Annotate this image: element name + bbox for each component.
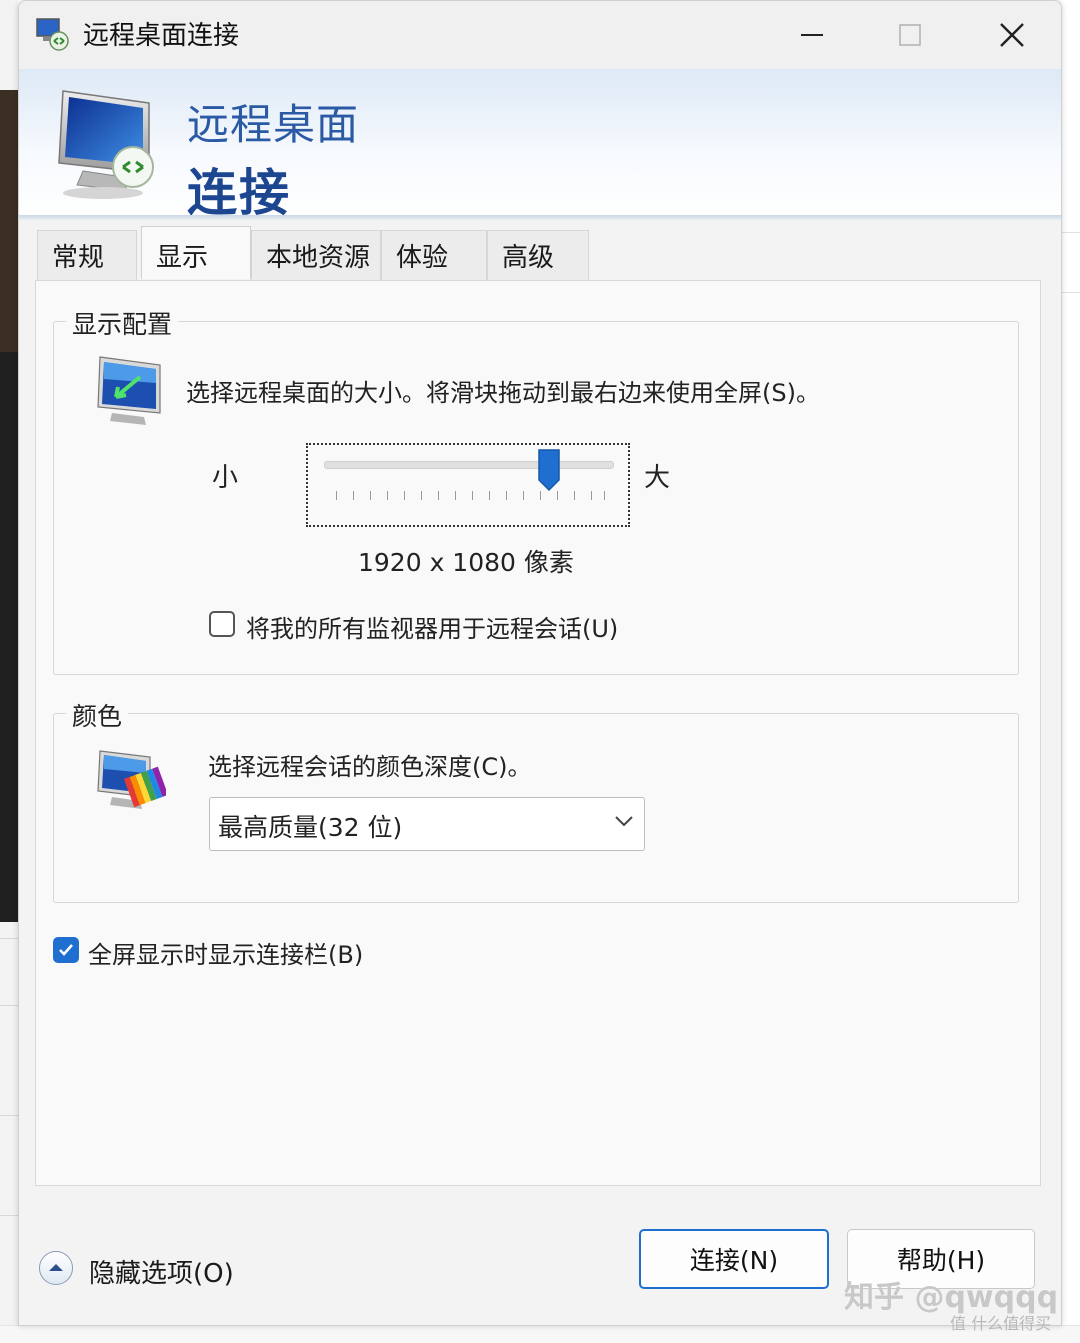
banner-title-line1: 远程桌面 (187, 100, 360, 149)
tab-display[interactable]: 显示 (141, 226, 251, 279)
slider-min-label: 小 (212, 463, 239, 493)
window-title: 远程桌面连接 (83, 21, 240, 51)
display-config-legend: 显示配置 (66, 305, 179, 341)
color-depth-monitor-icon (97, 750, 166, 809)
background-dark-area (0, 90, 18, 352)
tab-local-resources[interactable]: 本地资源 (251, 230, 381, 280)
color-depth-select[interactable]: 最高质量(32 位) (209, 797, 645, 851)
background-left-strip (0, 0, 18, 1343)
background-cell (0, 938, 18, 939)
resolution-readout: 1920 x 1080 像素 (358, 548, 574, 577)
tab-advanced[interactable]: 高级 (487, 230, 589, 280)
connection-bar-checkbox[interactable] (53, 937, 79, 963)
connect-button[interactable]: 连接(N) (639, 1229, 829, 1289)
background-line (1062, 232, 1080, 233)
slider-thumb[interactable] (537, 448, 561, 492)
background-cell (0, 1215, 18, 1216)
minimize-icon (801, 34, 823, 36)
background-line (1062, 292, 1080, 293)
slider-max-label: 大 (644, 463, 671, 493)
chevron-up-icon (49, 1264, 63, 1271)
hide-options-chevron-button[interactable] (39, 1251, 73, 1285)
maximize-icon (899, 24, 921, 46)
watermark-sub: 值 什么值得买 (950, 1314, 1052, 1333)
title-bar[interactable]: 远程桌面连接 (19, 1, 1061, 69)
tab-label: 高级 (502, 243, 555, 273)
close-icon (1000, 23, 1024, 47)
maximize-button[interactable] (875, 9, 945, 61)
display-tab-panel: 显示配置 选择远程桌面的大小。将滑块拖动到最右边来使用全屏(S)。 小 大 19… (35, 280, 1041, 1186)
tab-label: 本地资源 (266, 243, 371, 273)
tab-label: 体验 (396, 243, 449, 273)
color-depth-description: 选择远程会话的颜色深度(C)。 (208, 753, 532, 781)
chevron-down-icon (615, 816, 633, 827)
multi-monitor-checkbox[interactable] (209, 611, 235, 637)
background-right-strip (1062, 0, 1080, 1343)
display-size-monitor-icon (97, 356, 161, 425)
connection-bar-label[interactable]: 全屏显示时显示连接栏(B) (88, 935, 363, 970)
banner-divider (19, 215, 1061, 221)
tab-label: 显示 (156, 242, 209, 273)
hide-options-label[interactable]: 隐藏选项(O) (89, 1253, 234, 1290)
close-button[interactable] (977, 9, 1047, 61)
color-depth-selected-value: 最高质量(32 位) (218, 813, 403, 842)
header-banner: 远程桌面 连接 (19, 69, 1061, 222)
slider-track[interactable] (324, 461, 614, 469)
remote-desktop-monitor-icon (58, 90, 154, 199)
remote-desktop-app-icon (36, 18, 69, 51)
minimize-button[interactable] (777, 9, 847, 61)
background-cell (0, 1115, 18, 1116)
background-dark-area-2 (0, 352, 18, 922)
tab-experience[interactable]: 体验 (381, 230, 487, 280)
background-bottom-strip (0, 1325, 1080, 1343)
display-size-description: 选择远程桌面的大小。将滑块拖动到最右边来使用全屏(S)。 (186, 379, 820, 407)
tab-general[interactable]: 常规 (37, 230, 137, 280)
connect-button-label: 连接(N) (689, 1246, 779, 1275)
background-cell (0, 1005, 18, 1006)
tab-label: 常规 (52, 243, 105, 273)
multi-monitor-label[interactable]: 将我的所有监视器用于远程会话(U) (246, 609, 618, 644)
resolution-slider[interactable] (306, 443, 630, 527)
slider-ticks (336, 491, 606, 501)
colors-legend: 颜色 (66, 697, 129, 733)
remote-desktop-window: 远程桌面连接 远程桌面 连接 常规 显示 本地资源 体验 高级 显示配置 选择远… (18, 0, 1062, 1326)
checkmark-icon (59, 944, 73, 956)
